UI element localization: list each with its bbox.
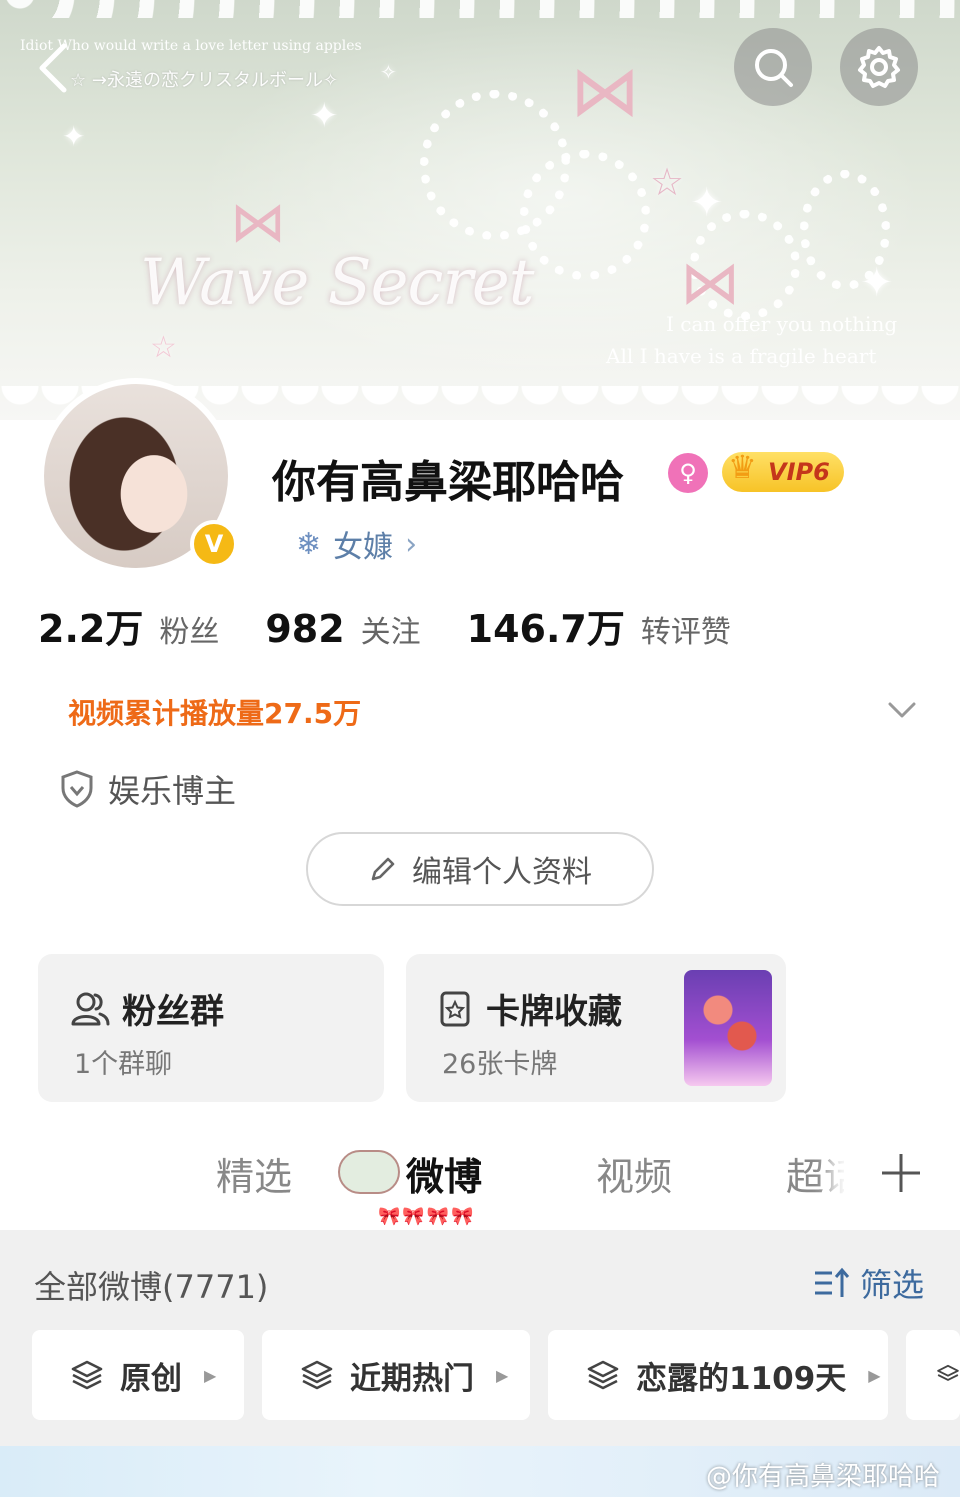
back-button[interactable] (30, 38, 90, 98)
tab-active-indicator: 🎀🎀🎀🎀 (378, 1206, 476, 1227)
bow-decoration: ⋈ (680, 248, 740, 318)
chevron-down-icon (888, 702, 916, 718)
sparkle-icon: ✦ (310, 96, 339, 136)
filter-button[interactable]: 筛选 (812, 1260, 924, 1306)
snowflake-icon: ❄ (296, 526, 322, 562)
vip-badge[interactable]: ♛ VIP6 (722, 448, 844, 492)
female-icon: ♀ (668, 453, 708, 493)
chip-label: 恋露的1109天 (636, 1360, 847, 1397)
chip-more[interactable] (906, 1330, 960, 1420)
sparkle-icon: ☆ (650, 160, 685, 204)
settings-button[interactable] (840, 28, 918, 106)
video-play-count: 视频累计播放量27.5万 (68, 697, 362, 730)
crown-icon: ♛ (728, 448, 757, 486)
tab-featured[interactable]: 精选 (216, 1146, 292, 1201)
caret-right-icon: ▶ (204, 1365, 217, 1385)
expand-button[interactable] (884, 692, 920, 728)
chip-anniversary[interactable]: 恋露的1109天 ▶ (548, 1330, 888, 1420)
fans-group-count: 1个群聊 (74, 1049, 173, 1080)
chip-label: 原创 (120, 1360, 182, 1397)
caret-right-icon: ▶ (868, 1365, 881, 1385)
pearl-decoration (520, 150, 650, 280)
blogger-category-label: 娱乐博主 (108, 772, 237, 810)
plus-icon (882, 1154, 920, 1192)
search-icon (755, 49, 793, 87)
edit-profile-button[interactable]: 编辑个人资料 (306, 832, 654, 906)
caret-right-icon: ▶ (496, 1365, 509, 1385)
username: 你有高鼻梁耶哈哈 (272, 457, 624, 508)
stat-label: 粉丝 (159, 615, 220, 650)
pencil-icon (371, 857, 395, 881)
banner-top-lace (0, 0, 960, 18)
card-collection-title: 卡牌收藏 (438, 984, 622, 1033)
back-arrow-icon (39, 43, 67, 93)
search-button[interactable] (734, 28, 812, 106)
user-tag-label: 女嫝 (333, 530, 394, 565)
chip-original[interactable]: 原创 ▶ (32, 1330, 244, 1420)
fans-group-card[interactable]: 粉丝群 1个群聊 (38, 954, 384, 1102)
chip-recent-hot[interactable]: 近期热门 ▶ (262, 1330, 530, 1420)
chip-label: 近期热门 (350, 1360, 474, 1397)
sparkle-icon: ✦ (690, 180, 724, 226)
profile-stats: 2.2万 粉丝 982 关注 146.7万 转评赞 (38, 598, 731, 653)
sparkle-icon: ✦ (62, 120, 86, 153)
all-posts-count: 全部微博(7771) (34, 1268, 269, 1306)
layers-icon (937, 1364, 959, 1381)
vip-label: VIP6 (768, 458, 830, 486)
banner-caption-1: I can offer you nothing (666, 312, 898, 336)
stat-following[interactable]: 982 关注 (265, 607, 420, 651)
banner-caption-2: All I have is a fragile heart (606, 344, 877, 368)
gear-icon (858, 46, 900, 88)
edit-profile-label: 编辑个人资料 (412, 855, 592, 890)
stat-number: 982 (265, 607, 345, 651)
bow-decoration (338, 1150, 400, 1194)
bow-decoration: ⋈ (570, 50, 640, 132)
banner-line-2: ☆ →永遠の恋クリスタルボール✧ (70, 70, 339, 91)
tab-video[interactable]: 视频 (596, 1146, 672, 1201)
tab-weibo[interactable]: 微博 (406, 1146, 482, 1201)
card-collection-count: 26张卡牌 (442, 1049, 558, 1080)
card-thumbnail (684, 970, 772, 1086)
filter-label: 筛选 (860, 1266, 925, 1304)
card-collection-card[interactable]: 卡牌收藏 26张卡牌 (406, 954, 786, 1102)
profile-banner: Idiot Who would write a love letter usin… (0, 0, 960, 420)
feed-filter-area: 全部微博(7771) 筛选 原创 ▶ 近期热门 ▶ 恋露的1109天 ▶ @你有… (0, 1230, 960, 1497)
layers-icon (71, 1360, 103, 1390)
stat-interactions[interactable]: 146.7万 转评赞 (467, 598, 731, 653)
filter-icon (815, 1267, 850, 1297)
card-collection-label: 卡牌收藏 (486, 992, 622, 1032)
blogger-category: 娱乐博主 (60, 766, 236, 812)
sparkle-icon: ✧ (380, 60, 397, 84)
stat-label: 转评赞 (640, 615, 731, 650)
banner-script-text: Wave Secret (140, 246, 534, 320)
group-icon (71, 992, 110, 1025)
user-tag[interactable]: ❄ 女嫝 › (296, 522, 417, 566)
fans-group-title: 粉丝群 (70, 984, 224, 1033)
stat-number: 2.2万 (38, 607, 144, 651)
chevron-right-icon: › (405, 526, 418, 562)
fans-group-label: 粉丝群 (122, 992, 224, 1032)
add-tab-button[interactable] (878, 1150, 924, 1196)
verified-badge: V (190, 520, 238, 568)
card-icon (440, 991, 470, 1026)
layers-icon (587, 1360, 619, 1390)
sparkle-icon: ✦ (860, 260, 894, 306)
profile-tabs: 精选 微博 🎀🎀🎀🎀 视频 超话 (0, 1130, 960, 1230)
watermark: @你有高鼻梁耶哈哈 (706, 1462, 941, 1492)
layers-icon (301, 1360, 333, 1390)
stat-label: 关注 (360, 615, 421, 650)
sparkle-icon: ☆ (150, 330, 177, 365)
shield-icon (61, 770, 93, 808)
stat-followers[interactable]: 2.2万 粉丝 (38, 598, 219, 653)
stat-number: 146.7万 (466, 607, 625, 651)
